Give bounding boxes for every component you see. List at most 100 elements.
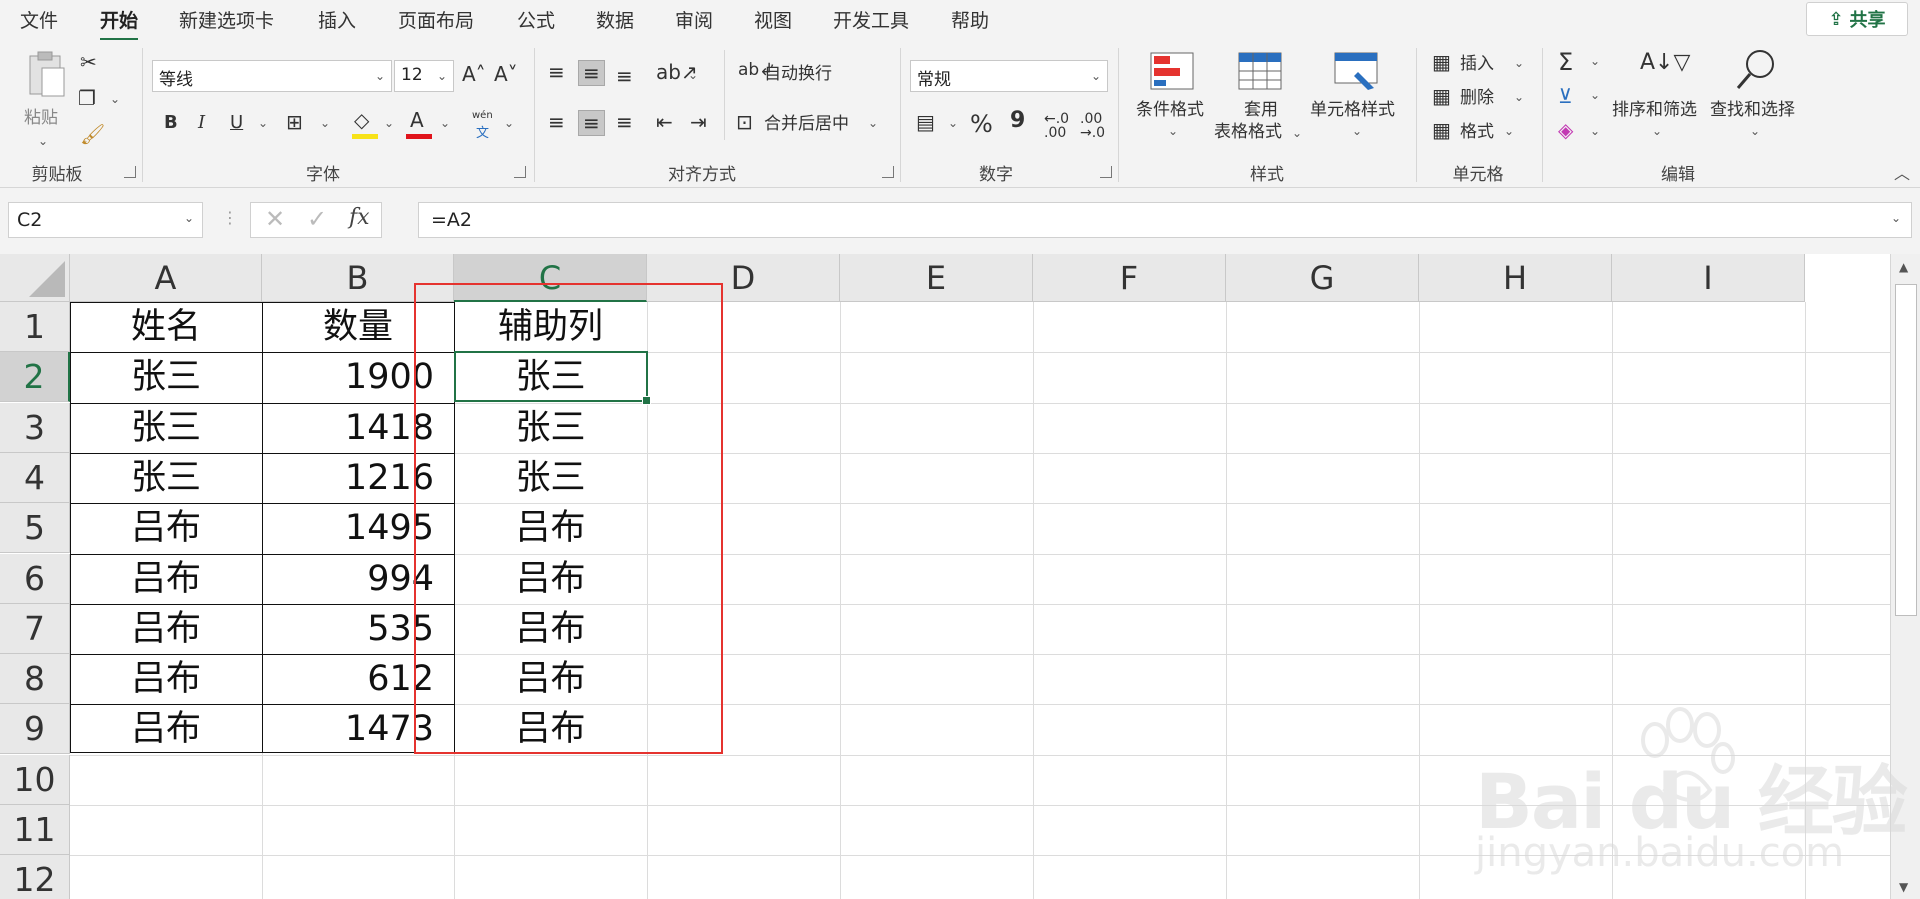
tab-help[interactable]: 帮助	[951, 6, 989, 33]
tab-developer[interactable]: 开发工具	[833, 6, 909, 33]
chevron-down-icon[interactable]: ⌄	[440, 116, 450, 130]
merge-center-button[interactable]: ⊡ 合并后居中 ⌄	[736, 110, 886, 140]
collapse-ribbon-icon[interactable]: ︿	[1894, 160, 1910, 184]
row-header-7[interactable]: 7	[0, 603, 70, 654]
chevron-down-icon[interactable]: ⌄	[1590, 54, 1600, 68]
column-header-f[interactable]: F	[1033, 254, 1226, 302]
tab-view[interactable]: 视图	[754, 6, 792, 33]
align-bottom-icon[interactable]: ≡	[616, 66, 633, 86]
column-header-g[interactable]: G	[1226, 254, 1419, 302]
conditional-format-button[interactable]: 条件格式 ⌄	[1132, 48, 1212, 148]
tab-new[interactable]: 新建选项卡	[179, 6, 274, 33]
dialog-launcher-icon[interactable]	[124, 166, 136, 178]
cell-a9[interactable]: 吕布	[70, 704, 262, 754]
column-header-h[interactable]: H	[1419, 254, 1612, 302]
phonetic-button[interactable]: wén 文	[470, 110, 500, 141]
chevron-down-icon[interactable]: ⌄	[384, 116, 394, 130]
tab-formulas[interactable]: 公式	[517, 6, 555, 33]
share-button[interactable]: ⇪ 共享	[1806, 2, 1908, 36]
dialog-launcher-icon[interactable]	[514, 166, 526, 178]
scroll-up-icon[interactable]: ▲	[1899, 260, 1908, 274]
enter-icon[interactable]: ✓	[307, 205, 327, 233]
row-header-5[interactable]: 5	[0, 503, 70, 554]
find-select-button[interactable]: 查找和选择 ⌄	[1708, 48, 1802, 148]
align-top-icon[interactable]: ≡	[548, 62, 565, 82]
percent-button[interactable]: %	[970, 112, 993, 136]
tab-page-layout[interactable]: 页面布局	[398, 6, 474, 33]
cell-a7[interactable]: 吕布	[70, 604, 262, 654]
chevron-down-icon[interactable]: ⌄	[320, 116, 330, 130]
cell-styles-button[interactable]: 单元格样式 ⌄	[1308, 48, 1404, 148]
chevron-down-icon[interactable]: ⌄	[1590, 88, 1600, 102]
format-cells-button[interactable]: ▦ 格式 ⌄	[1432, 118, 1542, 146]
align-center-icon[interactable]: ≡	[578, 110, 605, 136]
row-header-1[interactable]: 1	[0, 302, 70, 352]
autosum-icon[interactable]: Σ	[1558, 50, 1573, 74]
bold-button[interactable]: B	[164, 114, 178, 132]
fill-icon[interactable]: ⊻	[1558, 86, 1573, 106]
chevron-down-icon[interactable]: ⌄	[1590, 124, 1600, 138]
delete-cells-button[interactable]: ▦ 删除 ⌄	[1432, 84, 1542, 112]
chevron-down-icon[interactable]: ⌄	[688, 68, 698, 82]
row-header-11[interactable]: 11	[0, 805, 70, 855]
dialog-launcher-icon[interactable]	[882, 166, 894, 178]
tab-data[interactable]: 数据	[596, 6, 634, 33]
cell-a2[interactable]: 张三	[70, 352, 262, 402]
sort-filter-button[interactable]: A↓▽ 排序和筛选 ⌄	[1610, 48, 1704, 148]
row-header-8[interactable]: 8	[0, 654, 70, 705]
cell-a8[interactable]: 吕布	[70, 654, 262, 704]
number-format-combo[interactable]: 常规 ⌄	[910, 60, 1108, 92]
row-header-3[interactable]: 3	[0, 402, 70, 453]
increase-decimal-icon[interactable]: ←.0.00	[1044, 112, 1069, 140]
align-right-icon[interactable]: ≡	[616, 112, 633, 132]
align-left-icon[interactable]: ≡	[548, 112, 565, 132]
dialog-launcher-icon[interactable]	[1100, 166, 1112, 178]
paste-button[interactable]: 粘贴 ⌄	[20, 50, 70, 150]
clear-icon[interactable]: ◈	[1558, 120, 1573, 140]
tab-home[interactable]: 开始	[100, 6, 139, 41]
cancel-icon[interactable]: ✕	[265, 205, 285, 233]
insert-function-icon[interactable]: fx	[349, 205, 370, 230]
insert-cells-button[interactable]: ▦ 插入 ⌄	[1432, 50, 1542, 78]
row-header-9[interactable]: 9	[0, 704, 70, 755]
column-header-i[interactable]: I	[1612, 254, 1805, 302]
cell-a3[interactable]: 张三	[70, 403, 262, 453]
chevron-down-icon[interactable]: ⌄	[110, 92, 120, 106]
tab-file[interactable]: 文件	[20, 6, 58, 33]
fill-color-button[interactable]: ◇	[352, 110, 378, 140]
decrease-indent-icon[interactable]: ⇤	[656, 112, 673, 132]
decrease-decimal-icon[interactable]: .00 →.0	[1080, 112, 1105, 140]
font-name-combo[interactable]: 等线 ⌄	[152, 60, 392, 92]
increase-indent-icon[interactable]: ⇥	[690, 112, 707, 132]
font-color-button[interactable]: A	[406, 110, 432, 140]
align-middle-icon[interactable]: ≡	[578, 60, 605, 86]
splitter-icon[interactable]: ⋮	[222, 208, 238, 227]
row-header-10[interactable]: 10	[0, 754, 70, 805]
chevron-down-icon[interactable]: ⌄	[258, 116, 268, 130]
cell-a5[interactable]: 吕布	[70, 503, 262, 553]
formula-input[interactable]: =A2 ⌄	[418, 202, 1912, 238]
chevron-down-icon[interactable]: ⌄	[504, 116, 514, 130]
increase-font-icon[interactable]: A˄	[462, 64, 486, 84]
format-painter-icon[interactable]: 🖌	[80, 124, 105, 144]
row-header-4[interactable]: 4	[0, 452, 70, 503]
tab-insert[interactable]: 插入	[318, 6, 356, 33]
row-header-2[interactable]: 2	[0, 352, 70, 403]
accounting-icon[interactable]: ▤	[916, 112, 935, 132]
scroll-thumb[interactable]	[1895, 284, 1917, 616]
name-box[interactable]: C2 ⌄	[8, 202, 203, 238]
cell-a4[interactable]: 张三	[70, 453, 262, 503]
wrap-text-button[interactable]: ab↲ 自动换行	[738, 60, 888, 90]
row-header-12[interactable]: 12	[0, 855, 70, 899]
cell-a1[interactable]: 姓名	[70, 302, 262, 352]
column-header-a[interactable]: A	[70, 254, 262, 302]
decrease-font-icon[interactable]: A˅	[494, 64, 518, 84]
copy-icon[interactable]: ❐	[78, 88, 96, 108]
column-header-e[interactable]: E	[840, 254, 1033, 302]
tab-review[interactable]: 审阅	[675, 6, 713, 33]
select-all-corner[interactable]	[0, 254, 70, 302]
underline-button[interactable]: U	[230, 114, 243, 132]
cut-icon[interactable]: ✂	[80, 52, 97, 72]
row-header-6[interactable]: 6	[0, 553, 70, 604]
font-size-combo[interactable]: 12 ⌄	[394, 60, 454, 92]
